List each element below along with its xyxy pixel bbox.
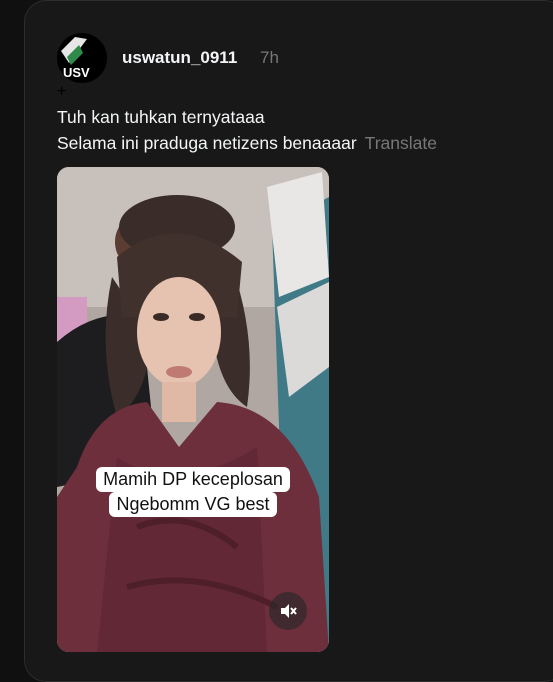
caption-line-1: Tuh kan tuhkan ternyataaa [57,107,265,127]
caption-line-2: Selama ini praduga netizens benaaaar [57,133,357,153]
speaker-muted-icon [281,604,297,618]
avatar-container[interactable]: USV + [57,33,107,100]
avatar-image: USV [61,37,90,80]
subtitle-line-2: Ngebomm VG best [109,492,277,517]
subtitle-line-1: Mamih DP keceplosan [96,467,290,492]
avatar-text: USV [63,65,90,80]
caption-line-2-row: Selama ini praduga netizens benaaaar Tran… [57,130,437,156]
post-time: 7h [260,48,279,67]
username[interactable]: uswatun_0911 [122,48,237,68]
mute-button[interactable] [269,592,307,630]
video-frame [57,167,329,652]
post-caption: Tuh kan tuhkan ternyataaa Selama ini pra… [57,104,437,156]
follow-plus-icon[interactable]: + [57,83,107,101]
avatar[interactable]: USV [57,33,107,83]
video-player[interactable]: Mamih DP keceplosan Ngebomm VG best [57,167,329,652]
translate-link[interactable]: Translate [365,133,437,153]
video-subtitle: Mamih DP keceplosan Ngebomm VG best [57,467,329,517]
